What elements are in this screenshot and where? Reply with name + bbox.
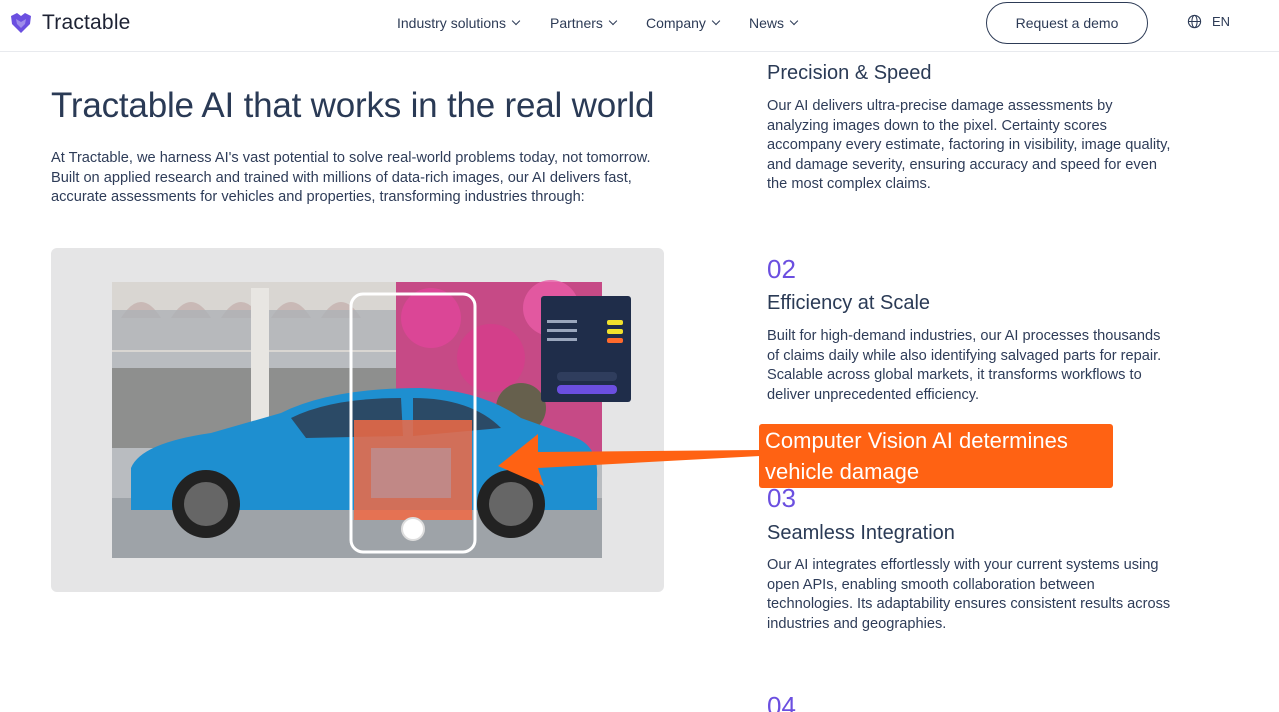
brand-logo[interactable]: Tractable bbox=[8, 10, 131, 36]
feature-number-04: 04 bbox=[767, 691, 796, 712]
feature-title-efficiency: Efficiency at Scale bbox=[767, 292, 931, 314]
feature-body-efficiency: Built for high-demand industries, our AI… bbox=[767, 328, 1162, 403]
chevron-down-icon bbox=[711, 16, 721, 26]
hero-title: Tractable AI that works in the real worl… bbox=[51, 86, 655, 125]
feature-body-integration: Our AI integrates effortlessly with your… bbox=[767, 557, 1171, 632]
nav-partners[interactable]: Partners bbox=[550, 15, 618, 31]
annotation-callout: Computer Vision AI determines vehicle da… bbox=[759, 424, 1113, 488]
feature-title-integration: Seamless Integration bbox=[767, 522, 955, 544]
site-header: Tractable Industry solutions Partners Co… bbox=[0, 0, 1279, 52]
nav-label: Partners bbox=[550, 15, 603, 31]
nav-label: News bbox=[749, 15, 785, 31]
nav-company[interactable]: Company bbox=[646, 15, 721, 31]
globe-icon bbox=[1187, 14, 1202, 29]
feature-title-precision: Precision & Speed bbox=[767, 62, 932, 84]
nav-label: Industry solutions bbox=[397, 15, 506, 31]
nav-industry-solutions[interactable]: Industry solutions bbox=[397, 15, 521, 31]
request-demo-button[interactable]: Request a demo bbox=[986, 2, 1148, 44]
hero-description: At Tractable, we harness AI's vast poten… bbox=[51, 150, 651, 206]
tractable-logo-icon bbox=[11, 13, 31, 33]
annotation-arrow-icon bbox=[498, 434, 760, 486]
brand-name: Tractable bbox=[42, 11, 131, 34]
chevron-down-icon bbox=[608, 16, 618, 26]
chevron-down-icon bbox=[511, 16, 521, 26]
feature-body-precision: Our AI delivers ultra-precise damage ass… bbox=[767, 98, 1171, 193]
language-selector[interactable]: EN bbox=[1187, 14, 1230, 29]
feature-number-02: 02 bbox=[767, 254, 796, 284]
nav-label: Company bbox=[646, 15, 706, 31]
nav-news[interactable]: News bbox=[749, 15, 799, 31]
chevron-down-icon bbox=[789, 16, 799, 26]
language-label: EN bbox=[1212, 14, 1231, 29]
